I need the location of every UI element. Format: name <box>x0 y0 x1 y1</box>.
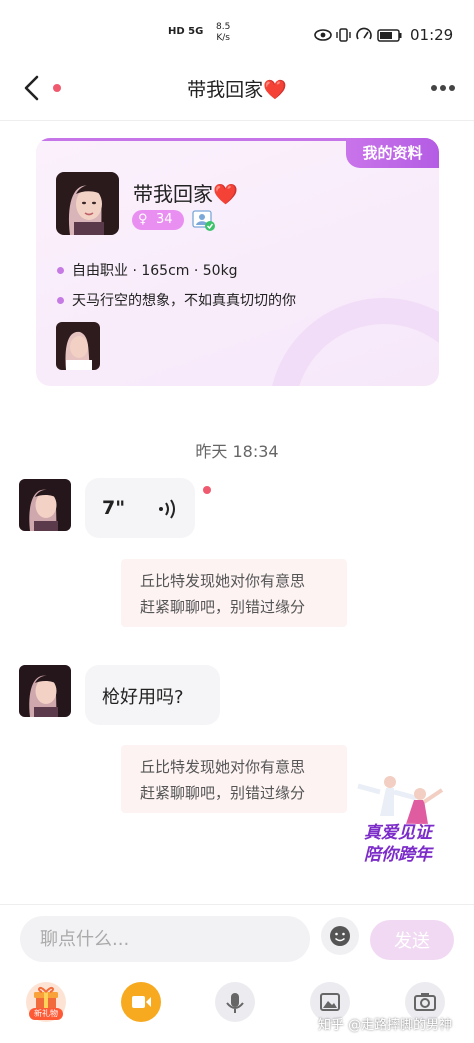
eye-icon <box>314 29 332 41</box>
gender-age-badge: ♀ 34 <box>132 210 184 230</box>
age-value: 34 <box>156 212 173 227</box>
gift-button[interactable]: 新礼物 <box>26 982 66 1022</box>
new-year-promo[interactable]: 真爱见证 陪你跨年 <box>350 768 450 868</box>
time-divider: 昨天 18:34 <box>195 442 279 461</box>
profile-card[interactable]: 我的资料 带我回家❤️ ♀ 34 自由职业 · 165cm · 50kg 天马行… <box>36 138 439 386</box>
profile-name: 带我回家❤️ <box>133 182 238 206</box>
emoji-button[interactable] <box>321 917 359 955</box>
system-note: 丘比特发现她对你有意思 赶紧聊聊吧，别错过缘分 <box>121 745 347 813</box>
profile-bio: 天马行空的想象，不如真真切切的你 <box>72 293 296 309</box>
emoji-icon <box>330 926 350 946</box>
voice-unread-dot <box>203 486 211 494</box>
sender-avatar[interactable] <box>19 479 71 531</box>
avatar[interactable] <box>56 172 119 235</box>
voice-input-button[interactable] <box>215 982 255 1022</box>
gift-label: 新礼物 <box>29 1008 63 1020</box>
sender-avatar[interactable] <box>19 665 71 717</box>
network-indicator: HD 5G <box>168 26 204 37</box>
battery-icon <box>377 29 402 42</box>
message-input[interactable] <box>20 916 310 962</box>
bullet <box>57 297 64 304</box>
send-button[interactable]: 发送 <box>370 920 454 960</box>
my-profile-tag: 我的资料 <box>346 138 439 168</box>
microphone-icon <box>226 993 244 1013</box>
voice-duration: 7" <box>102 497 126 519</box>
status-icons <box>314 27 402 42</box>
speed-icon <box>356 27 372 40</box>
network-speed: 8.5 K/s <box>216 22 231 43</box>
vibrate-icon <box>336 28 351 42</box>
profile-details: 自由职业 · 165cm · 50kg <box>72 263 238 279</box>
text-message: 枪好用吗? <box>102 687 184 708</box>
bullet <box>57 267 64 274</box>
profile-photo-thumb[interactable] <box>56 322 100 370</box>
system-note-line-1: 丘比特发现她对你有意思 <box>140 572 306 590</box>
video-call-button[interactable] <box>121 982 161 1022</box>
system-note-line-2: 赶紧聊聊吧，别错过缘分 <box>140 784 306 802</box>
chat-title: 带我回家❤️ <box>187 79 287 101</box>
voice-wave-icon <box>159 499 175 519</box>
system-note-line-1: 丘比特发现她对你有意思 <box>140 758 306 776</box>
more-dots-icon[interactable] <box>430 84 456 92</box>
system-note-line-2: 赶紧聊聊吧，别错过缘分 <box>140 598 306 616</box>
system-note: 丘比特发现她对你有意思 赶紧聊聊吧，别错过缘分 <box>121 559 347 627</box>
video-camera-icon <box>132 996 151 1008</box>
promo-line-2: 陪你跨年 <box>364 845 432 865</box>
card-decoration <box>269 298 439 386</box>
clock: 01:29 <box>410 26 454 44</box>
watermark: 知乎 @走路摔脚的男神 <box>318 1018 453 1033</box>
female-icon: ♀ <box>138 212 148 227</box>
id-verified-icon <box>192 210 215 231</box>
